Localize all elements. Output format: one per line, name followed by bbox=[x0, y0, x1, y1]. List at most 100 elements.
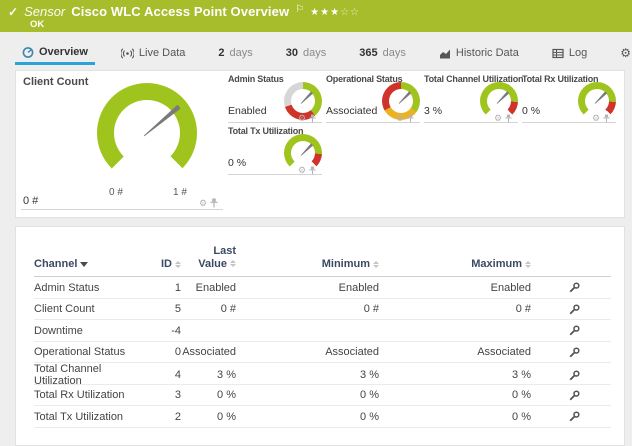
column-header-channel[interactable]: Channel bbox=[34, 258, 149, 270]
total-tx-utilization-gauge-card: Total Tx Utilization 0 % ⚙ bbox=[228, 126, 322, 176]
tab-30-days[interactable]: 30 days bbox=[279, 41, 334, 65]
tab-historic-data[interactable]: Historic Data bbox=[432, 41, 526, 65]
client-count-title: Client Count bbox=[23, 76, 88, 88]
tab-historic-data-label: Historic Data bbox=[456, 47, 519, 59]
pin-icon[interactable] bbox=[505, 114, 512, 123]
last-value-header-line1: Last bbox=[213, 245, 236, 258]
tab-2-days[interactable]: 2 days bbox=[211, 41, 259, 65]
gear-icon: ⚙ bbox=[620, 47, 631, 59]
gauge-settings-gear-icon[interactable]: ⚙ bbox=[494, 114, 502, 123]
maximum-value: 3 % bbox=[379, 369, 531, 381]
last-value: Enabled bbox=[181, 282, 236, 294]
last-value: 0 # bbox=[181, 303, 236, 315]
minimum-value: Associated bbox=[236, 346, 379, 358]
gauge-settings-gear-icon[interactable]: ⚙ bbox=[396, 114, 404, 123]
maximum-header-label: Maximum bbox=[471, 258, 522, 270]
total-tx-utilization-title: Total Tx Utilization bbox=[228, 126, 303, 136]
total-channel-utilization-value: 3 % bbox=[424, 105, 442, 117]
channel-table-panel: Channel ID Last Value Minimum Maximum Ad… bbox=[15, 226, 625, 446]
minimum-value: 0 % bbox=[236, 411, 379, 423]
channel-name[interactable]: Total Rx Utilization bbox=[34, 389, 149, 401]
channel-settings-wrench-icon[interactable] bbox=[569, 370, 580, 381]
channel-id: 3 bbox=[149, 389, 181, 401]
channel-name[interactable]: Downtime bbox=[34, 325, 149, 337]
tab-overview[interactable]: Overview bbox=[15, 41, 95, 65]
operational-status-value: Associated bbox=[326, 105, 377, 117]
pin-icon[interactable] bbox=[309, 166, 316, 175]
sensor-title: Cisco WLC Access Point Overview bbox=[71, 4, 289, 19]
overview-gauges-panel: Client Count 0 # 1 # 0 # ⚙ Admin Status … bbox=[15, 70, 625, 218]
channel-name[interactable]: Total Tx Utilization bbox=[34, 411, 149, 423]
divider bbox=[21, 209, 223, 210]
minimum-value: 0 # bbox=[236, 303, 379, 315]
gauge-settings-gear-icon[interactable]: ⚙ bbox=[592, 114, 600, 123]
total-rx-utilization-title: Total Rx Utilization bbox=[522, 74, 598, 84]
flag-icon[interactable]: ⚐ bbox=[295, 4, 304, 15]
total-rx-utilization-value: 0 % bbox=[522, 105, 540, 117]
channel-settings-wrench-icon[interactable] bbox=[569, 347, 580, 358]
tab-settings[interactable]: ⚙ Settings bbox=[613, 41, 632, 65]
channel-id: 2 bbox=[149, 411, 181, 423]
pin-icon[interactable] bbox=[210, 198, 218, 208]
maximum-value: 0 # bbox=[379, 303, 531, 315]
channel-id: 4 bbox=[149, 369, 181, 381]
operational-status-gauge-card: Operational Status Associated ⚙ bbox=[326, 74, 420, 124]
operational-status-title: Operational Status bbox=[326, 74, 402, 84]
stars-filled[interactable]: ★★★ bbox=[310, 7, 340, 18]
column-header-last-value[interactable]: Last Value bbox=[181, 245, 236, 270]
column-header-minimum[interactable]: Minimum bbox=[236, 258, 379, 270]
table-row-total-tx-utilization[interactable]: Total Tx Utilization 2 0 % 0 % 0 % bbox=[34, 406, 611, 428]
table-row-client-count[interactable]: Client Count 5 0 # 0 # 0 # bbox=[34, 299, 611, 321]
channel-settings-wrench-icon[interactable] bbox=[569, 325, 580, 336]
last-value: 0 % bbox=[181, 389, 236, 401]
channel-name[interactable]: Operational Status bbox=[34, 346, 149, 358]
sort-icon bbox=[525, 261, 531, 268]
table-row-admin-status[interactable]: Admin Status 1 Enabled Enabled Enabled bbox=[34, 277, 611, 299]
maximum-value: Associated bbox=[379, 346, 531, 358]
tab-log[interactable]: Log bbox=[545, 41, 594, 65]
channel-name[interactable]: Total Channel Utilization bbox=[34, 363, 149, 387]
gauge-settings-gear-icon[interactable]: ⚙ bbox=[298, 114, 306, 123]
tab-365-days-unit: days bbox=[383, 47, 406, 59]
chevron-down-icon bbox=[80, 262, 88, 267]
priority-stars[interactable]: ★★★☆☆ bbox=[310, 7, 360, 18]
channel-id: -4 bbox=[149, 325, 181, 337]
channel-settings-wrench-icon[interactable] bbox=[569, 304, 580, 315]
id-header-label: ID bbox=[161, 258, 172, 270]
last-value: 3 % bbox=[181, 369, 236, 381]
table-row-downtime[interactable]: Downtime -4 bbox=[34, 320, 611, 342]
admin-status-title: Admin Status bbox=[228, 74, 284, 84]
last-value: Associated bbox=[181, 346, 236, 358]
stars-empty[interactable]: ☆☆ bbox=[340, 7, 360, 18]
pin-icon[interactable] bbox=[603, 114, 610, 123]
table-row-total-channel-utilization[interactable]: Total Channel Utilization 4 3 % 3 % 3 % bbox=[34, 363, 611, 385]
channel-settings-wrench-icon[interactable] bbox=[569, 390, 580, 401]
tab-365-days[interactable]: 365 days bbox=[352, 41, 413, 65]
client-count-value: 0 # bbox=[23, 195, 38, 207]
status-ok-check-icon: ✓ bbox=[8, 5, 18, 19]
total-channel-utilization-title: Total Channel Utilization bbox=[424, 74, 523, 84]
gauge-icon bbox=[22, 46, 34, 58]
pin-icon[interactable] bbox=[309, 114, 316, 123]
tab-live-data[interactable]: Live Data bbox=[114, 41, 192, 65]
tab-30-days-number: 30 bbox=[286, 47, 298, 59]
channel-settings-wrench-icon[interactable] bbox=[569, 411, 580, 422]
gauge-settings-gear-icon[interactable]: ⚙ bbox=[199, 199, 207, 208]
admin-status-value: Enabled bbox=[228, 105, 267, 117]
client-count-scale-max: 1 # bbox=[173, 187, 187, 198]
maximum-value: 0 % bbox=[379, 389, 531, 401]
total-rx-utilization-gauge-card: Total Rx Utilization 0 % ⚙ bbox=[522, 74, 616, 124]
tab-30-days-unit: days bbox=[303, 47, 326, 59]
column-header-id[interactable]: ID bbox=[149, 258, 181, 270]
minimum-value: Enabled bbox=[236, 282, 379, 294]
pin-icon[interactable] bbox=[407, 114, 414, 123]
channel-header-label: Channel bbox=[34, 258, 77, 270]
channel-name[interactable]: Admin Status bbox=[34, 282, 149, 294]
gauge-settings-gear-icon[interactable]: ⚙ bbox=[298, 166, 306, 175]
table-row-operational-status[interactable]: Operational Status 0 Associated Associat… bbox=[34, 342, 611, 364]
table-header-row: Channel ID Last Value Minimum Maximum bbox=[34, 245, 611, 277]
channel-name[interactable]: Client Count bbox=[34, 303, 149, 315]
column-header-maximum[interactable]: Maximum bbox=[379, 258, 531, 270]
channel-settings-wrench-icon[interactable] bbox=[569, 282, 580, 293]
table-row-total-rx-utilization[interactable]: Total Rx Utilization 3 0 % 0 % 0 % bbox=[34, 385, 611, 407]
